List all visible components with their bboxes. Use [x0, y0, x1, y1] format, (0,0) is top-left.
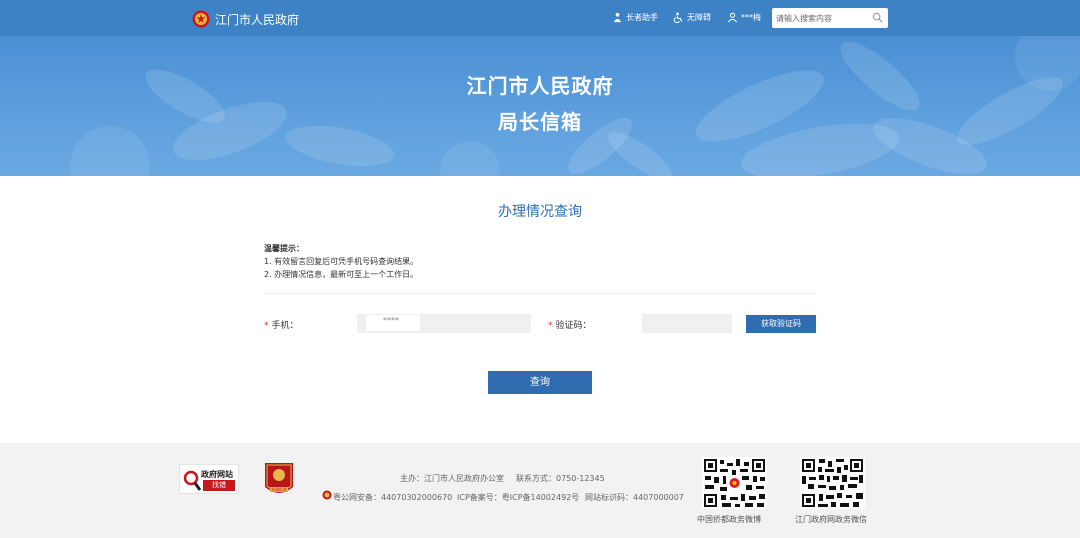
weibo-qr-code	[702, 457, 767, 509]
elderly-icon	[613, 12, 622, 23]
accessibility-icon	[673, 12, 683, 23]
footer-icp[interactable]: ICP备案号：粤ICP备14002492号	[457, 492, 579, 503]
get-verification-code-button[interactable]: 获取验证码	[746, 315, 816, 333]
police-emblem-icon	[322, 490, 332, 500]
required-mark: *	[264, 321, 269, 331]
search-input[interactable]	[776, 11, 868, 25]
site-name[interactable]: 江门市人民政府	[215, 11, 299, 28]
tip-item: 1. 有效留言回复后可凭手机号码查询结果。	[264, 257, 419, 266]
required-mark: *	[548, 321, 553, 331]
banner-subtitle: 局长信箱	[498, 110, 582, 134]
banner-title: 江门市人民政府	[466, 74, 614, 98]
national-emblem-icon[interactable]	[192, 10, 210, 28]
tips-block: 温馨提示： 1. 有效留言回复后可凭手机号码查询结果。 2. 办理情况信息，最新…	[264, 242, 418, 281]
accessibility-link[interactable]: 无障碍	[673, 12, 711, 23]
magnifier-icon	[183, 470, 202, 491]
search-icon[interactable]	[872, 12, 883, 23]
tips-heading: 温馨提示：	[264, 244, 304, 253]
banner: 江门市人民政府 局长信箱	[0, 36, 1080, 176]
footer-sponsor: 主办：江门市人民政府办公室	[400, 474, 504, 483]
user-name: ***梅	[741, 13, 761, 22]
search-box	[772, 8, 888, 28]
weibo-qr-caption: 中国侨都政务微博	[697, 515, 761, 524]
phone-value: ****	[383, 316, 399, 325]
elderly-helper-link[interactable]: 长者助手	[612, 12, 658, 23]
code-label-text: 验证码：	[555, 321, 592, 331]
query-button[interactable]: 查询	[488, 371, 592, 394]
badge1-bottom-label: 找错	[203, 480, 235, 491]
footer-police-record[interactable]: 粤公网安备：44070302000670	[333, 492, 452, 503]
badge2-label: 党政机关	[271, 486, 287, 492]
code-label: * 验证码：	[548, 318, 592, 331]
accessibility-label: 无障碍	[687, 13, 711, 22]
elderly-helper-label: 长者助手	[626, 13, 658, 22]
tip-item: 2. 办理情况信息，最新可至上一个工作日。	[264, 270, 419, 279]
verification-code-input[interactable]	[642, 314, 732, 333]
section-title: 办理情况查询	[498, 204, 582, 220]
top-bar: 江门市人民政府 长者助手 无障碍 ***梅	[0, 0, 1080, 36]
badge1-top-label: 政府网站	[201, 470, 233, 479]
wechat-qr-caption: 江门政府网政务微信	[795, 515, 867, 524]
party-gov-agency-badge[interactable]: 党政机关	[263, 461, 295, 499]
user-menu[interactable]: ***梅	[727, 12, 761, 23]
footer	[0, 443, 1080, 538]
footer-contact: 联系方式：0750-12345	[516, 474, 605, 483]
footer-site-code: 网站标识码：4407000007	[585, 493, 684, 502]
wechat-qr-code	[800, 457, 865, 509]
user-icon	[727, 12, 738, 23]
divider	[264, 293, 816, 294]
gov-site-error-report-badge[interactable]: 政府网站 找错	[179, 464, 239, 494]
phone-label: * 手机：	[264, 318, 299, 331]
phone-label-text: 手机：	[271, 321, 299, 331]
